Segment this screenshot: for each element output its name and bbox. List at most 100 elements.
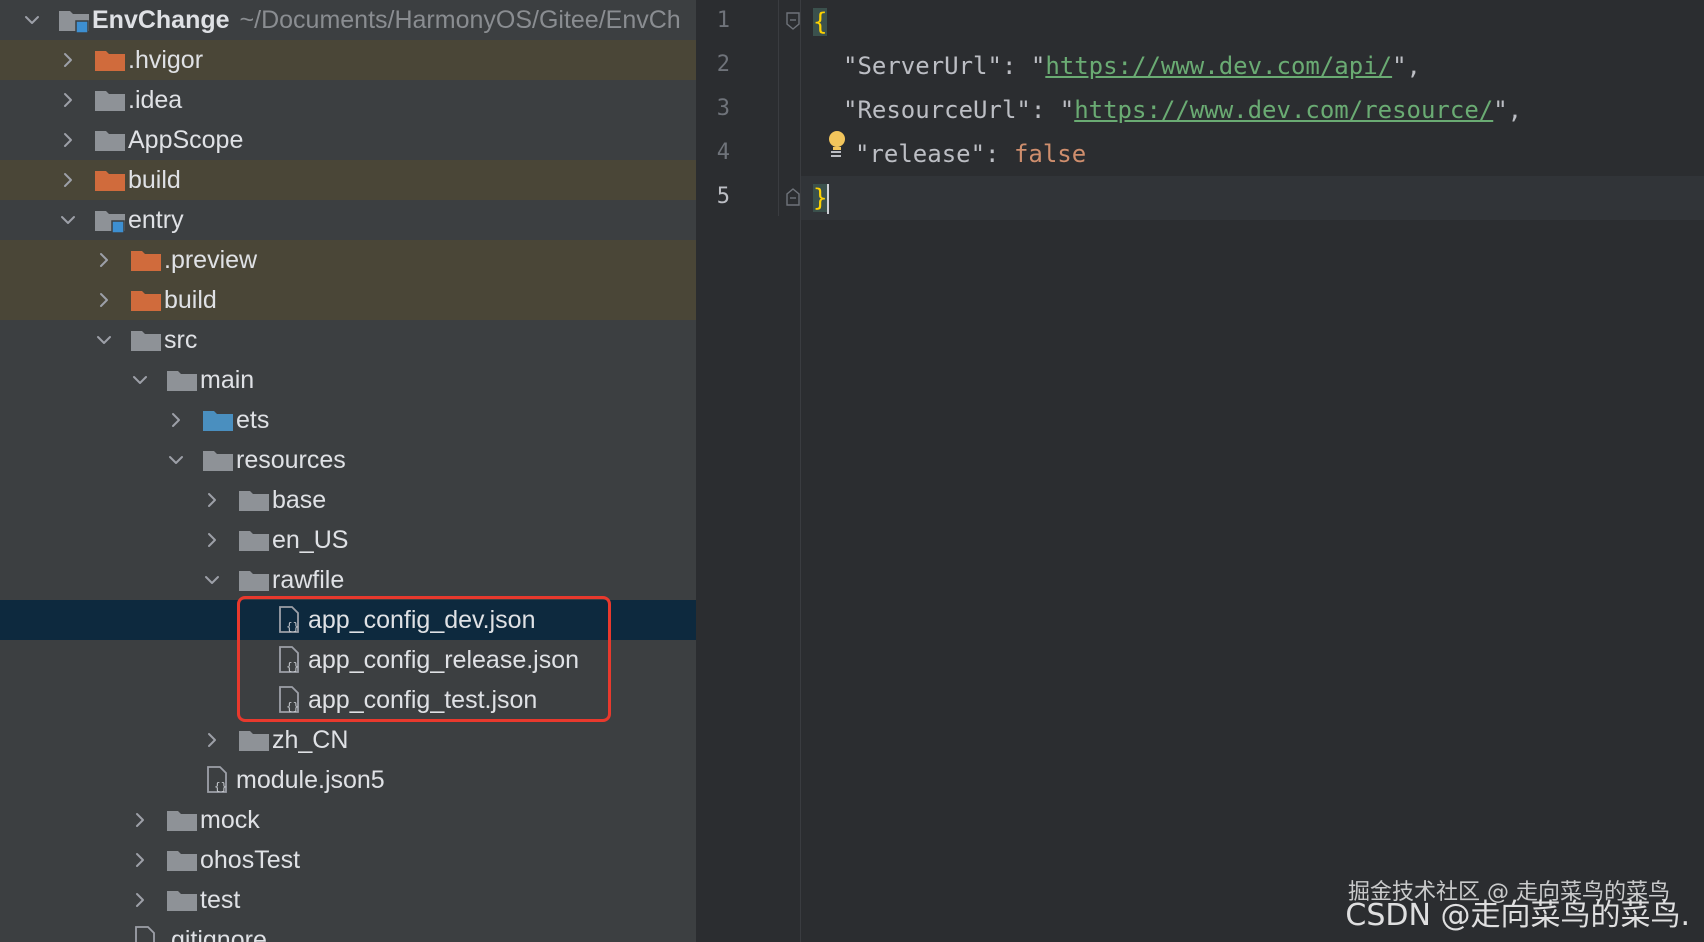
chevron-down-icon[interactable]	[128, 368, 152, 392]
chevron-down-icon[interactable]	[92, 328, 116, 352]
tree-item-label: ohosTest	[200, 845, 301, 874]
tree-item-mock[interactable]: mock	[0, 800, 696, 840]
chevron-down-icon[interactable]	[200, 568, 224, 592]
tree-item-entry[interactable]: entry	[0, 200, 696, 240]
excluded-folder-icon	[128, 285, 164, 315]
chevron-right-icon[interactable]	[92, 248, 116, 272]
chevron-down-icon[interactable]	[56, 208, 80, 232]
line-number-1: 1	[716, 8, 730, 33]
fold-open-icon[interactable]	[786, 12, 800, 30]
tree-item-resources[interactable]: resources	[0, 440, 696, 480]
folder-icon	[236, 485, 272, 515]
folder-icon	[236, 525, 272, 555]
json-separator: : "	[1001, 52, 1046, 80]
svg-text:{}: {}	[214, 780, 227, 793]
tree-root-envchange[interactable]: EnvChange ~/Documents/HarmonyOS/Gitee/Env…	[0, 0, 696, 40]
tree-item-rawfile[interactable]: rawfile	[0, 560, 696, 600]
watermark-csdn: CSDN @走向菜鸟的菜鸟.	[1345, 898, 1690, 933]
project-tree: EnvChange ~/Documents/HarmonyOS/Gitee/Env…	[0, 0, 696, 942]
folder-icon	[92, 125, 128, 155]
folder-icon	[164, 805, 200, 835]
tree-item-ohostest[interactable]: ohosTest	[0, 840, 696, 880]
chevron-down-icon[interactable]	[164, 448, 188, 472]
tree-item-label: .idea	[128, 85, 183, 114]
code-line-1: {	[813, 0, 828, 44]
code-line-3: "ResourceUrl": "https://www.dev.com/reso…	[843, 88, 1522, 132]
json-separator: : "	[1030, 96, 1075, 124]
code-line-4: "release": false	[855, 132, 1086, 176]
chevron-right-icon[interactable]	[56, 168, 80, 192]
folder-icon	[200, 445, 236, 475]
tree-item-label: EnvChange	[92, 5, 230, 34]
tree-item-zh-cn[interactable]: zh_CN	[0, 720, 696, 760]
excluded-folder-icon	[92, 45, 128, 75]
tree-item-base[interactable]: base	[0, 480, 696, 520]
tree-item-label: test	[200, 885, 241, 914]
serverurl-link[interactable]: https://www.dev.com/api/	[1045, 52, 1392, 80]
excluded-folder-icon	[128, 245, 164, 275]
editor-gutter: 1 2 3 4 5	[696, 0, 801, 942]
chevron-right-icon[interactable]	[56, 128, 80, 152]
tree-item-label: base	[272, 485, 327, 514]
lightbulb-icon[interactable]	[827, 130, 847, 158]
chevron-right-icon[interactable]	[164, 408, 188, 432]
tree-item-ets[interactable]: ets	[0, 400, 696, 440]
tree-item-label: rawfile	[272, 565, 345, 594]
tree-item-src[interactable]: src	[0, 320, 696, 360]
folder-icon	[128, 325, 164, 355]
tree-item-gitignore[interactable]: .gitignore	[0, 920, 696, 942]
tree-item-label: .gitignore	[164, 925, 267, 942]
chevron-down-icon[interactable]	[20, 8, 44, 32]
tree-item-label: en_US	[272, 525, 349, 554]
highlight-box	[237, 596, 611, 722]
tree-item-main[interactable]: main	[0, 360, 696, 400]
tree-item-label: zh_CN	[272, 725, 349, 754]
chevron-right-icon[interactable]	[200, 488, 224, 512]
tree-item-idea[interactable]: .idea	[0, 80, 696, 120]
json-value-false: false	[1013, 140, 1087, 168]
tree-item-preview[interactable]: .preview	[0, 240, 696, 280]
close-brace: }	[813, 184, 828, 212]
json-separator: ",	[1493, 96, 1523, 124]
tree-item-label: src	[164, 325, 198, 354]
json-key-serverurl: "ServerUrl"	[843, 52, 1002, 80]
folder-icon	[236, 725, 272, 755]
chevron-right-icon[interactable]	[128, 808, 152, 832]
tree-item-en-us[interactable]: en_US	[0, 520, 696, 560]
chevron-right-icon[interactable]	[128, 848, 152, 872]
tree-item-build[interactable]: build	[0, 280, 696, 320]
folder-icon	[164, 845, 200, 875]
tree-item-label: build	[128, 165, 181, 194]
chevron-right-icon[interactable]	[92, 288, 116, 312]
tree-item-appscope[interactable]: AppScope	[0, 120, 696, 160]
file-icon	[128, 925, 164, 942]
chevron-right-icon[interactable]	[56, 48, 80, 72]
tree-item-label: build	[164, 285, 217, 314]
module-folder-icon	[92, 205, 128, 235]
tree-item-hvigor[interactable]: .hvigor	[0, 40, 696, 80]
line-number-5: 5	[716, 184, 730, 209]
chevron-right-icon[interactable]	[56, 88, 80, 112]
tree-item-test[interactable]: test	[0, 880, 696, 920]
project-path: ~/Documents/HarmonyOS/Gitee/EnvCh	[239, 5, 681, 34]
tree-item-module-json5[interactable]: {} module.json5	[0, 760, 696, 800]
json-key-release: "release"	[855, 140, 986, 168]
text-caret	[827, 184, 830, 214]
project-tree-panel: EnvChange ~/Documents/HarmonyOS/Gitee/Env…	[0, 0, 696, 942]
tree-item-label: .hvigor	[128, 45, 204, 74]
tree-item-label: AppScope	[128, 125, 244, 154]
chevron-right-icon[interactable]	[200, 528, 224, 552]
code-line-5: }	[813, 176, 830, 220]
tree-item-label: main	[200, 365, 255, 394]
chevron-right-icon[interactable]	[200, 728, 224, 752]
tree-item-build[interactable]: build	[0, 160, 696, 200]
open-brace: {	[813, 8, 828, 36]
folder-icon	[92, 85, 128, 115]
module-folder-icon	[56, 5, 92, 35]
resourceurl-link[interactable]: https://www.dev.com/resource/	[1074, 96, 1493, 124]
tree-item-label: ets	[236, 405, 270, 434]
chevron-right-icon[interactable]	[128, 888, 152, 912]
json-key-resourceurl: "ResourceUrl"	[843, 96, 1031, 124]
code-editor[interactable]: { "ServerUrl": "https://www.dev.com/api/…	[801, 0, 1704, 942]
fold-close-icon[interactable]	[786, 188, 800, 206]
